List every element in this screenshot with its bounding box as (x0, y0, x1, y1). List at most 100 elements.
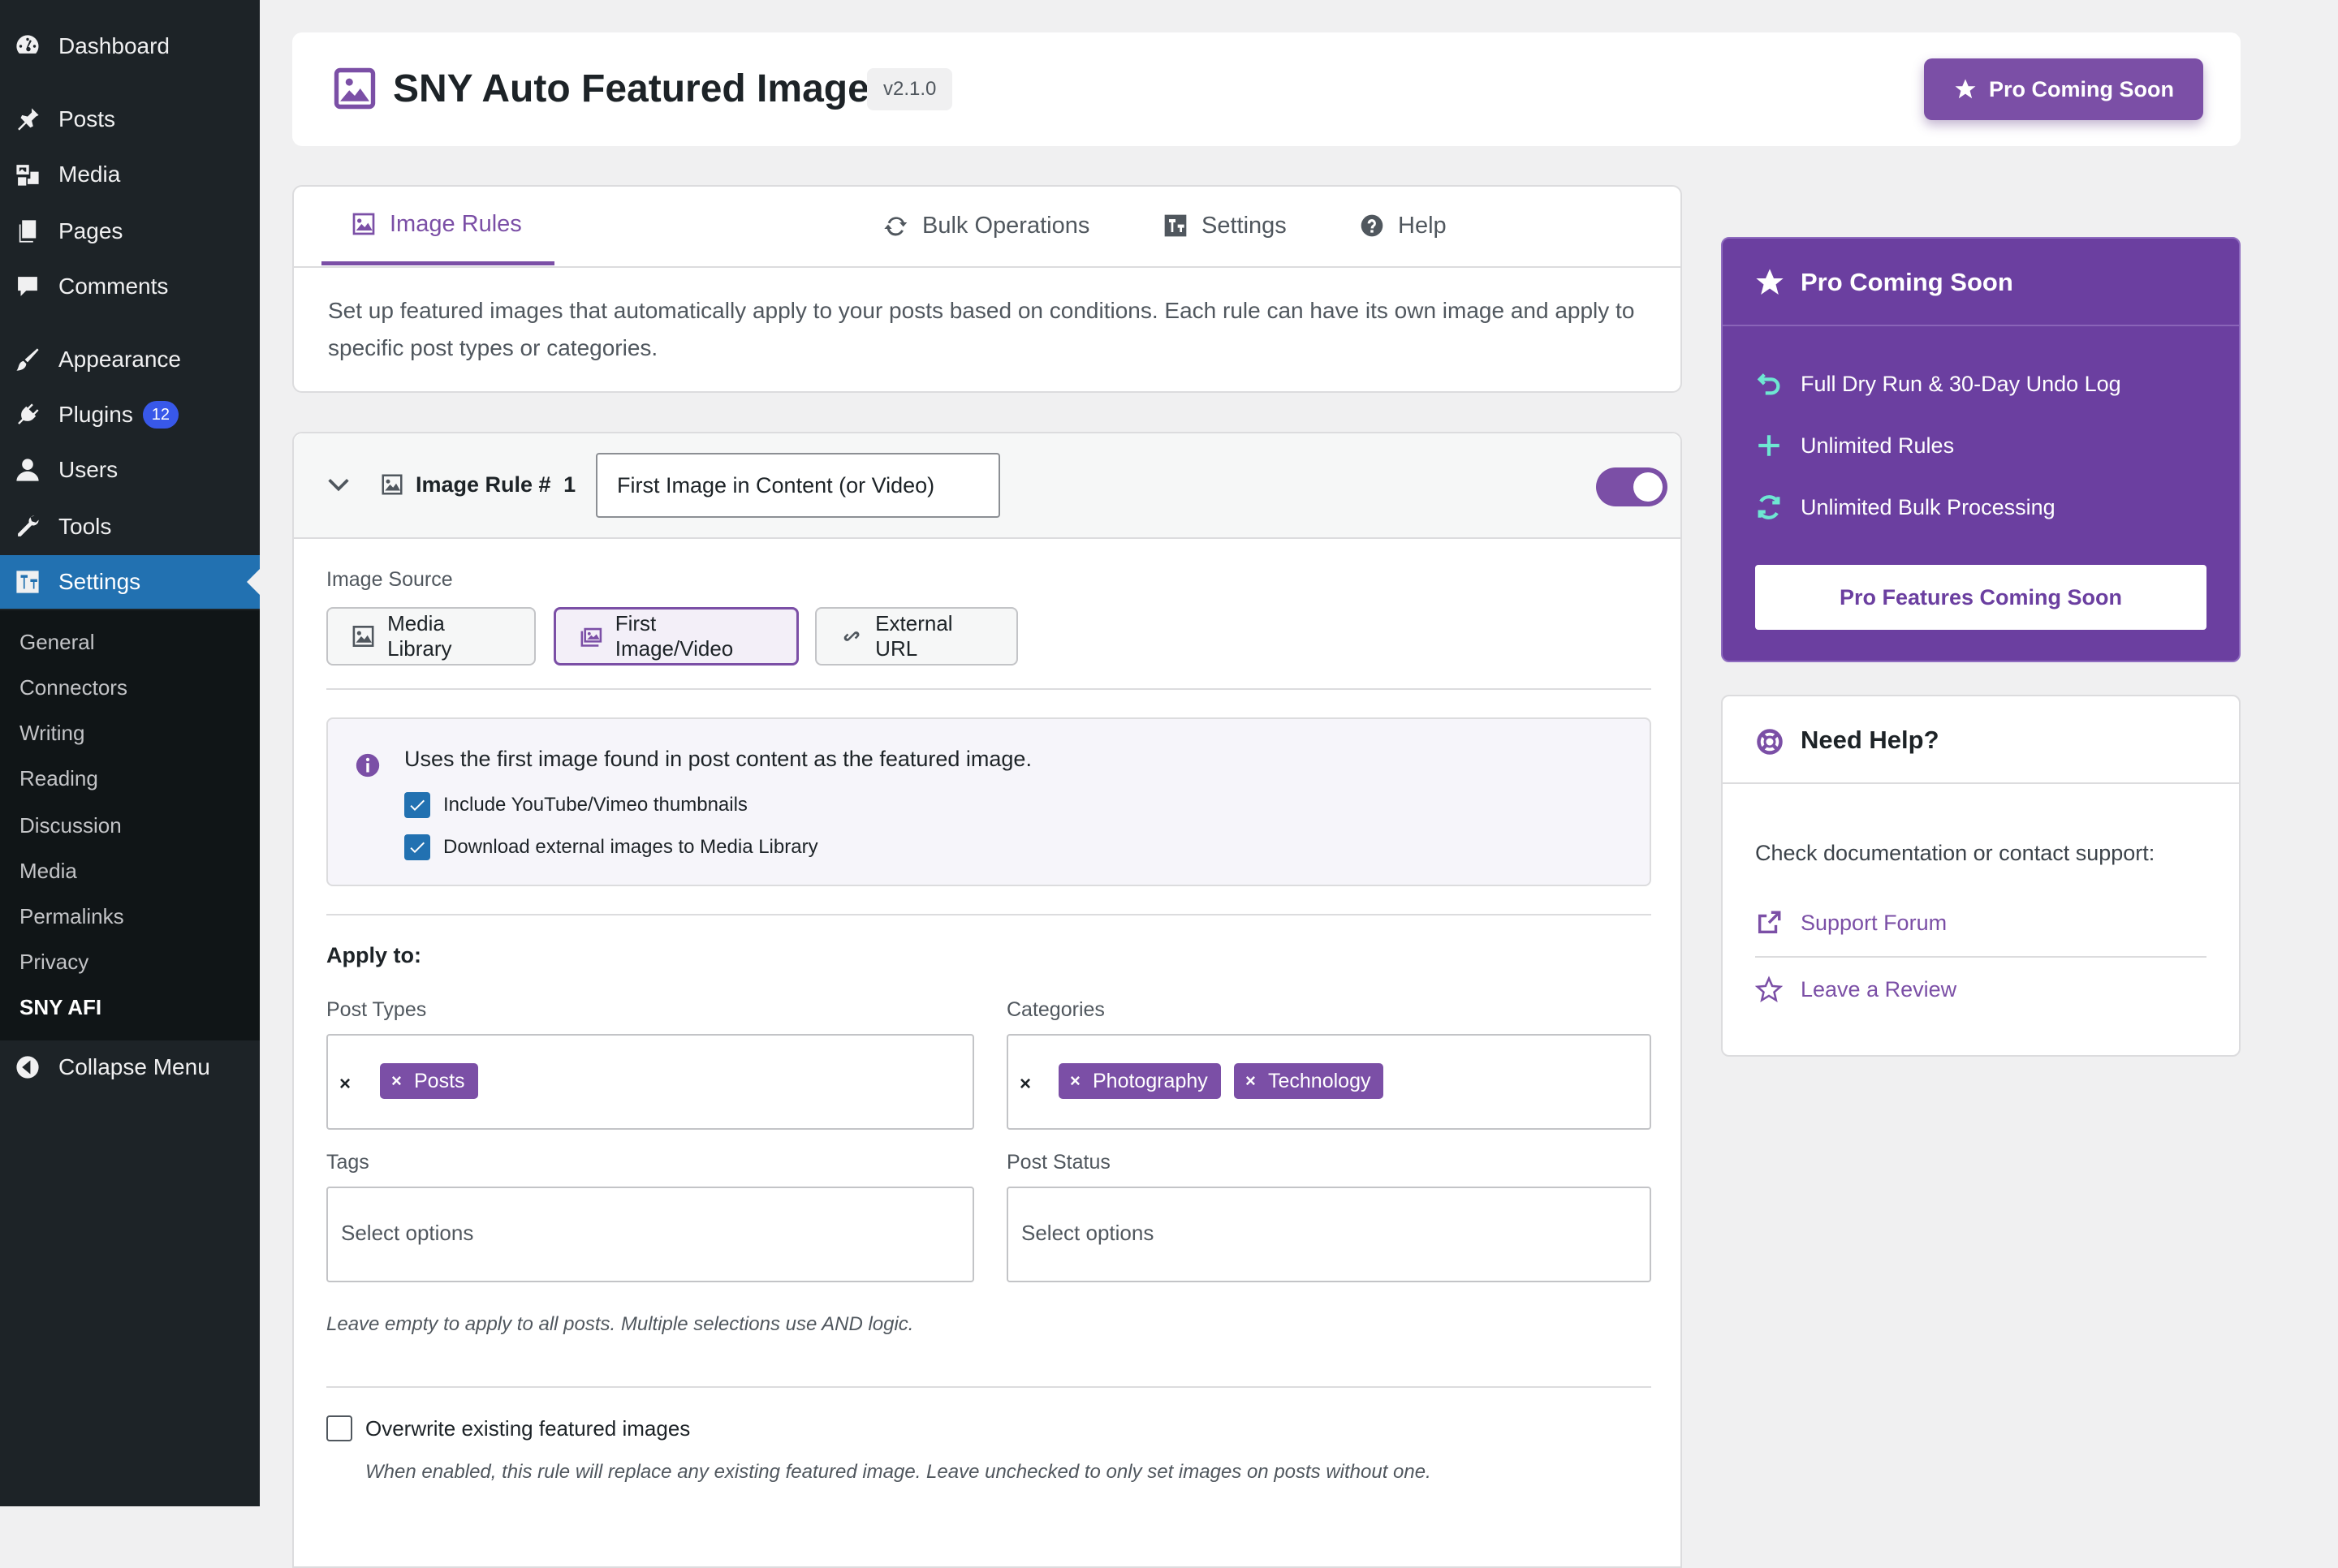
chip-label: Technology (1268, 1070, 1371, 1092)
pro-panel-title: Pro Coming Soon (1801, 268, 2013, 296)
apply-to-help-text: Leave empty to apply to all posts. Multi… (326, 1313, 914, 1335)
divider (326, 1386, 1651, 1388)
rule-enabled-toggle[interactable] (1596, 467, 1667, 506)
submenu-item-permalinks[interactable]: Permalinks (19, 904, 124, 929)
download-external-images-option[interactable]: Download external images to Media Librar… (404, 834, 818, 860)
star-icon (1756, 269, 1784, 295)
chip-label: Posts (414, 1070, 465, 1092)
refresh-icon (884, 217, 908, 236)
sidebar-item-label: Appearance (58, 347, 182, 372)
settings-icon (1164, 214, 1187, 237)
post-status-label: Post Status (1007, 1151, 1111, 1174)
pro-panel-header: Pro Coming Soon (1723, 239, 2239, 326)
question-icon (1361, 214, 1383, 237)
need-help-panel: Need Help? Check documentation or contac… (1721, 695, 2241, 1057)
comments-icon (13, 272, 42, 301)
help-panel-header: Need Help? (1723, 696, 2239, 784)
pro-feature-item: Unlimited Bulk Processing (1801, 495, 2055, 519)
remove-chip-icon[interactable]: × (1245, 1063, 1256, 1099)
download-external-images-checkbox[interactable] (404, 834, 430, 860)
submenu-item-discussion[interactable]: Discussion (19, 813, 122, 838)
support-forum-link[interactable]: Support Forum (1801, 911, 1947, 936)
category-chip: × Technology (1234, 1063, 1384, 1099)
submenu-item-sny-afi[interactable]: SNY AFI (19, 995, 101, 1020)
submenu-item-privacy[interactable]: Privacy (19, 950, 88, 975)
post-status-select[interactable]: Select options (1007, 1187, 1651, 1282)
sidebar-item-media[interactable]: Media (0, 148, 260, 201)
tags-select[interactable]: Select options (326, 1187, 974, 1282)
sidebar-item-plugins[interactable]: Plugins 12 (0, 388, 260, 442)
settings-submenu: General Connectors Writing Reading Discu… (0, 610, 260, 1040)
sidebar-item-settings[interactable]: Settings (0, 555, 260, 609)
divider (1755, 956, 2206, 958)
tab-description: Set up featured images that automaticall… (328, 298, 1635, 360)
image-rule-card: Image Rule # 1 Image Source Media Librar… (292, 432, 1682, 1568)
sidebar-item-comments[interactable]: Comments (0, 260, 260, 313)
sidebar-item-appearance[interactable]: Appearance (0, 333, 260, 386)
sidebar-item-pages[interactable]: Pages (0, 205, 260, 258)
submenu-item-writing[interactable]: Writing (19, 721, 84, 746)
submenu-item-reading[interactable]: Reading (19, 766, 98, 791)
sidebar-item-label: Settings (58, 569, 141, 594)
sidebar-item-posts[interactable]: Posts (0, 93, 260, 146)
sidebar-item-tools[interactable]: Tools (0, 500, 260, 554)
leave-review-link[interactable]: Leave a Review (1801, 977, 1956, 1002)
pro-features-coming-soon-button[interactable]: Pro Features Coming Soon (1755, 565, 2206, 630)
collapse-menu-button[interactable]: Collapse Menu (0, 1040, 260, 1094)
submenu-item-general[interactable]: General (19, 630, 95, 655)
option-label: Include YouTube/Vimeo thumbnails (443, 794, 748, 816)
post-status-placeholder: Select options (1021, 1221, 1154, 1245)
link-icon (843, 631, 860, 641)
tab-help[interactable]: Help (1359, 187, 1447, 265)
sidebar-item-users[interactable]: Users (0, 443, 260, 497)
post-types-label: Post Types (326, 998, 427, 1021)
tab-image-rules[interactable]: Image Rules (321, 187, 554, 265)
star-outline-icon (1755, 976, 1783, 1002)
include-video-thumbnails-option[interactable]: Include YouTube/Vimeo thumbnails (404, 792, 748, 818)
clear-selection-button[interactable]: × (1020, 1073, 1031, 1096)
collapse-menu-label: Collapse Menu (58, 1054, 210, 1079)
image-icon (352, 626, 374, 647)
image-icon (382, 474, 403, 495)
pro-coming-soon-button[interactable]: Pro Coming Soon (1924, 58, 2203, 120)
collapse-icon (13, 1053, 42, 1082)
image-source-label: Image Source (326, 568, 453, 591)
source-label: External URL (875, 611, 953, 661)
tab-bulk-operations[interactable]: Bulk Operations (883, 187, 1089, 265)
categories-select[interactable]: × × Photography × Technology (1007, 1034, 1651, 1130)
overwrite-option[interactable]: Overwrite existing featured images (326, 1415, 690, 1441)
sidebar-item-dashboard[interactable]: Dashboard (0, 19, 260, 73)
image-icon (352, 213, 375, 235)
submenu-item-media[interactable]: Media (19, 859, 77, 884)
settings-icon (13, 567, 42, 597)
pin-icon (13, 105, 42, 134)
source-external-url-button[interactable]: External URL (815, 607, 1018, 666)
pro-feature-item: Full Dry Run & 30-Day Undo Log (1801, 372, 2121, 396)
page-title: SNY Auto Featured Image (393, 67, 869, 110)
tabs-card: Image Rules Bulk Operations Settings Hel… (292, 185, 1682, 393)
pro-coming-soon-panel: Pro Coming Soon Full Dry Run & 30-Day Un… (1721, 237, 2241, 662)
clear-selection-button[interactable]: × (339, 1073, 351, 1096)
source-media-library-button[interactable]: Media Library (326, 607, 536, 666)
rule-header: Image Rule # 1 (294, 433, 1680, 539)
post-types-select[interactable]: × × Posts (326, 1034, 974, 1130)
overwrite-checkbox[interactable] (326, 1415, 352, 1441)
tab-settings[interactable]: Settings (1163, 187, 1287, 265)
rule-name-input[interactable] (596, 453, 1000, 518)
chevron-down-icon[interactable] (325, 471, 352, 498)
pro-feature-item: Unlimited Rules (1801, 433, 1955, 458)
source-label: First Image/Video (615, 611, 734, 661)
tags-placeholder: Select options (341, 1221, 474, 1245)
include-video-thumbnails-checkbox[interactable] (404, 792, 430, 818)
plus-icon (1755, 432, 1783, 459)
remove-chip-icon[interactable]: × (1070, 1063, 1081, 1099)
remove-chip-icon[interactable]: × (391, 1063, 402, 1099)
overwrite-help-text: When enabled, this rule will replace any… (365, 1461, 1431, 1483)
wrench-icon (13, 512, 42, 541)
source-first-image-button[interactable]: First Image/Video (554, 607, 799, 666)
sidebar-item-label: Posts (58, 106, 116, 131)
admin-sidebar: Dashboard Posts Media Pages Comments App… (0, 0, 260, 1506)
submenu-item-connectors[interactable]: Connectors (19, 675, 127, 700)
sidebar-item-label: Plugins (58, 402, 133, 427)
categories-label: Categories (1007, 998, 1105, 1021)
